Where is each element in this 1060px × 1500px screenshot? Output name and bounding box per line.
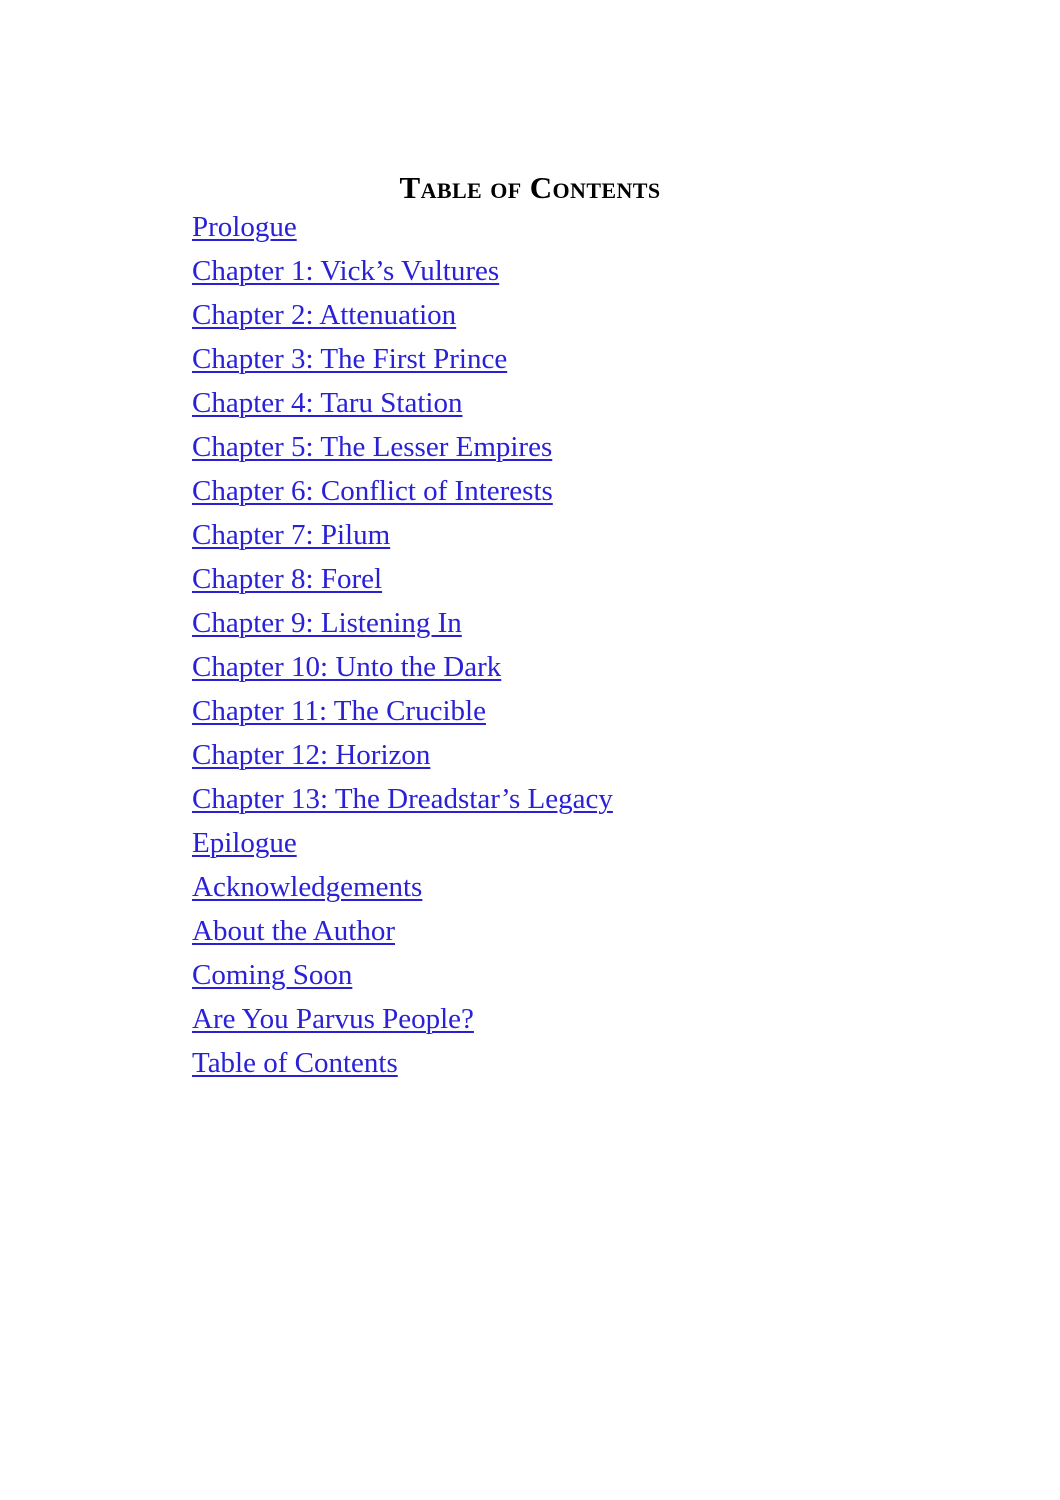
toc-link[interactable]: Chapter 11: The Crucible [192,695,486,727]
toc-link[interactable]: Chapter 1: Vick’s Vultures [192,255,499,287]
list-item: Chapter 2: Attenuation [192,293,952,337]
toc-link[interactable]: Chapter 6: Conflict of Interests [192,475,553,507]
toc-link[interactable]: Chapter 7: Pilum [192,519,390,551]
list-item: Chapter 11: The Crucible [192,689,952,733]
list-item: About the Author [192,909,952,953]
list-item: Are You Parvus People? [192,997,952,1041]
toc-link[interactable]: Chapter 4: Taru Station [192,387,462,419]
list-item: Chapter 4: Taru Station [192,381,952,425]
list-item: Epilogue [192,821,952,865]
list-item: Table of Contents [192,1041,952,1085]
list-item: Chapter 8: Forel [192,557,952,601]
list-item: Chapter 3: The First Prince [192,337,952,381]
toc-link[interactable]: Chapter 5: The Lesser Empires [192,431,552,463]
list-item: Prologue [192,205,952,249]
toc-link[interactable]: Chapter 2: Attenuation [192,299,456,331]
page-title: Table of Contents [399,169,661,205]
toc-link[interactable]: Chapter 3: The First Prince [192,343,507,375]
table-of-contents-list: Prologue Chapter 1: Vick’s Vultures Chapte… [192,205,952,1085]
toc-link[interactable]: Are You Parvus People? [192,1003,474,1035]
list-item: Chapter 6: Conflict of Interests [192,469,952,513]
toc-link[interactable]: Epilogue [192,827,297,859]
toc-link[interactable]: Chapter 10: Unto the Dark [192,651,501,683]
list-item: Chapter 10: Unto the Dark [192,645,952,689]
toc-link[interactable]: Coming Soon [192,959,352,991]
list-item: Chapter 13: The Dreadstar’s Legacy [192,777,952,821]
toc-link[interactable]: Chapter 12: Horizon [192,739,430,771]
list-item: Coming Soon [192,953,952,997]
toc-link[interactable]: About the Author [192,915,395,947]
list-item: Chapter 5: The Lesser Empires [192,425,952,469]
list-item: Chapter 9: Listening In [192,601,952,645]
list-item: Chapter 7: Pilum [192,513,952,557]
toc-link[interactable]: Table of Contents [192,1047,398,1079]
toc-link[interactable]: Chapter 9: Listening In [192,607,462,639]
toc-link[interactable]: Prologue [192,211,297,243]
list-item: Acknowledgements [192,865,952,909]
toc-link[interactable]: Chapter 13: The Dreadstar’s Legacy [192,783,613,815]
document-page: Table of Contents Prologue Chapter 1: Vic… [0,0,1060,1500]
list-item: Chapter 12: Horizon [192,733,952,777]
list-item: Chapter 1: Vick’s Vultures [192,249,952,293]
toc-link[interactable]: Chapter 8: Forel [192,563,382,595]
toc-link[interactable]: Acknowledgements [192,871,422,903]
